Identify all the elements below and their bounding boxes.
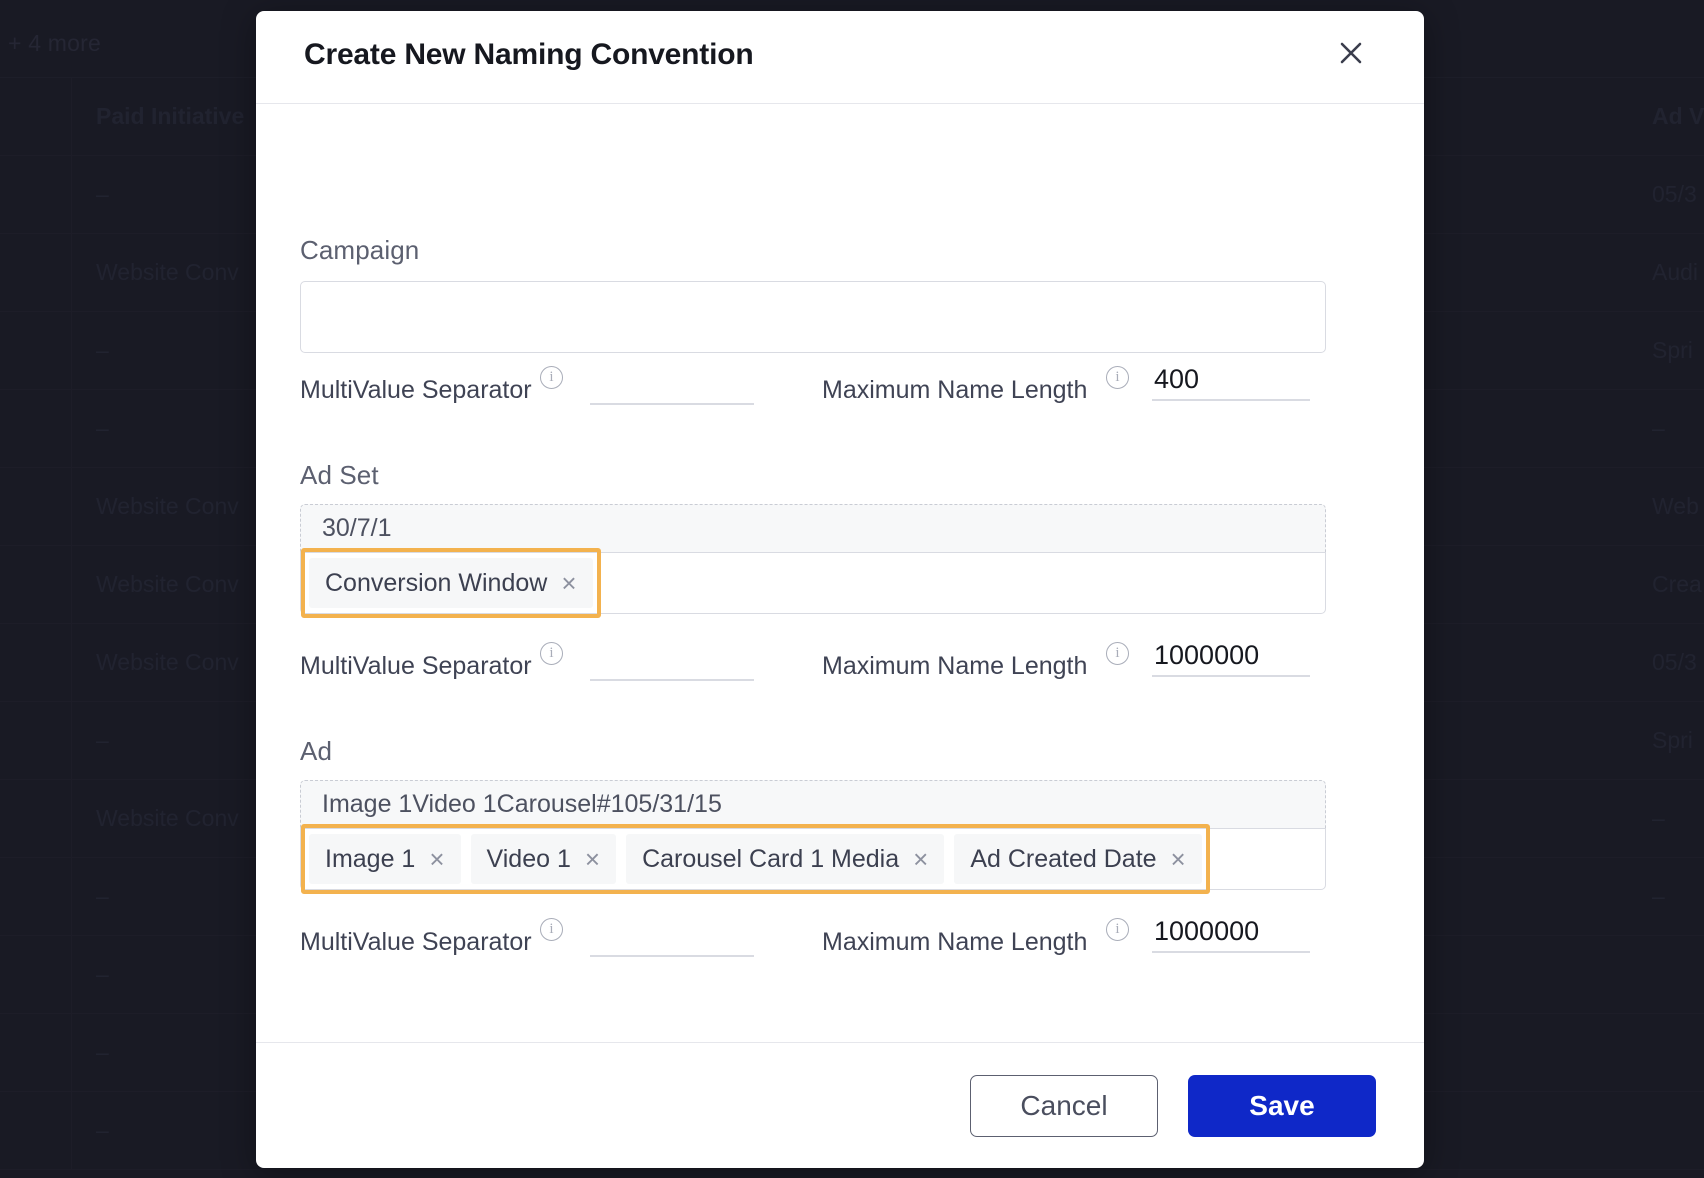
token-tag[interactable]: Carousel Card 1 Media × <box>626 834 945 884</box>
multivalue-separator-input[interactable] <box>590 920 754 957</box>
token-tag[interactable]: Ad Created Date × <box>954 834 1202 884</box>
info-icon[interactable]: i <box>1106 642 1129 665</box>
info-icon[interactable]: i <box>1106 366 1129 389</box>
multivalue-separator-label: MultiValue Separator <box>300 376 532 404</box>
multivalue-separator-label: MultiValue Separator <box>300 928 532 956</box>
token-tag-label: Carousel Card 1 Media <box>642 844 900 873</box>
token-tag-remove-icon[interactable]: × <box>585 846 600 872</box>
token-tag-label: Ad Created Date <box>970 844 1157 873</box>
max-name-length-input[interactable] <box>1152 364 1310 401</box>
section-label-ad-set: Ad Set <box>300 460 379 490</box>
max-name-length-label: Maximum Name Length <box>822 376 1088 404</box>
info-icon[interactable]: i <box>540 918 563 941</box>
name-preview-ad: Image 1Video 1Carousel#105/31/15 <box>300 780 1326 828</box>
create-naming-convention-modal: Create New Naming Convention Campaign Mul… <box>256 11 1424 1168</box>
token-tag-label: Conversion Window <box>325 568 548 597</box>
close-icon[interactable] <box>1334 36 1368 70</box>
token-tag[interactable]: Video 1 × <box>470 834 617 884</box>
modal-header: Create New Naming Convention <box>256 11 1424 104</box>
multivalue-separator-input[interactable] <box>590 368 754 405</box>
token-tag-remove-icon[interactable]: × <box>561 570 576 596</box>
section-label-campaign: Campaign <box>300 235 420 265</box>
modal-footer: Cancel Save <box>256 1042 1424 1168</box>
tag-highlight-outline: Image 1 × Video 1 × Carousel Card 1 Media × Ad… <box>301 824 1210 894</box>
token-tag-label: Image 1 <box>325 844 416 873</box>
multivalue-separator-label: MultiValue Separator <box>300 652 532 680</box>
max-name-length-label: Maximum Name Length <box>822 928 1088 956</box>
token-input-campaign[interactable] <box>300 281 1326 353</box>
info-icon[interactable]: i <box>540 366 563 389</box>
cancel-button[interactable]: Cancel <box>970 1074 1158 1137</box>
info-icon[interactable]: i <box>1106 918 1129 941</box>
max-name-length-input[interactable] <box>1152 916 1310 953</box>
modal-body: Campaign MultiValue Separator i Maximum Nam… <box>256 104 1424 1042</box>
token-tag[interactable]: Image 1 × <box>309 834 461 884</box>
token-tag-remove-icon[interactable]: × <box>913 846 928 872</box>
name-preview-ad-set: 30/7/1 <box>300 504 1326 552</box>
page-title: Create New Naming Convention <box>304 38 754 71</box>
multivalue-separator-input[interactable] <box>590 644 754 681</box>
token-tag-remove-icon[interactable]: × <box>1171 846 1186 872</box>
info-icon[interactable]: i <box>540 642 563 665</box>
section-label-ad: Ad <box>300 736 333 766</box>
save-button[interactable]: Save <box>1188 1074 1376 1137</box>
max-name-length-input[interactable] <box>1152 640 1310 677</box>
max-name-length-label: Maximum Name Length <box>822 652 1088 680</box>
token-tag-remove-icon[interactable]: × <box>429 846 444 872</box>
token-tag-label: Video 1 <box>486 844 571 873</box>
tag-highlight-outline: Conversion Window × <box>301 548 601 618</box>
token-tag[interactable]: Conversion Window × <box>309 558 593 608</box>
